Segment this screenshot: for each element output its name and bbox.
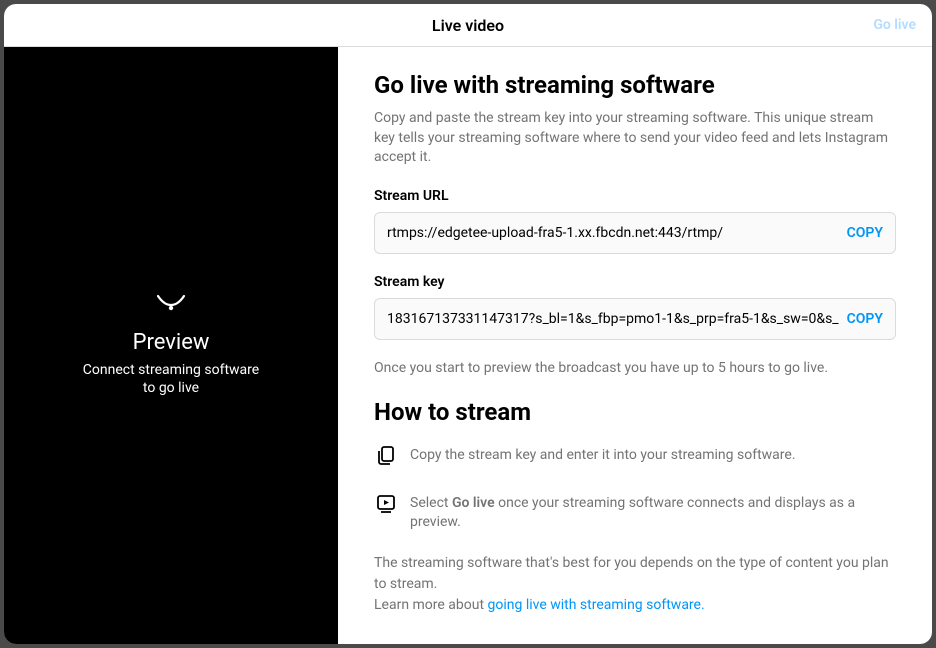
preview-panel: Preview Connect streaming software to go… — [4, 47, 338, 644]
step-1: Copy the stream key and enter it into yo… — [374, 444, 896, 472]
stream-url-label: Stream URL — [374, 188, 896, 204]
preview-subtitle: Connect streaming software to go live — [83, 361, 259, 397]
modal-title: Live video — [432, 16, 504, 35]
how-to-heading: How to stream — [374, 398, 896, 426]
live-video-modal: Live video Go live Preview Connect strea… — [4, 4, 932, 644]
main-heading: Go live with streaming software — [374, 71, 896, 99]
footer-text: The streaming software that's best for y… — [374, 553, 896, 616]
stream-url-value[interactable]: rtmps://edgetee-upload-fra5-1.xx.fbcdn.n… — [387, 225, 839, 241]
stream-key-label: Stream key — [374, 274, 896, 290]
copy-stream-key-button[interactable]: COPY — [847, 311, 883, 327]
learn-more-link[interactable]: going live with streaming software. — [488, 597, 705, 613]
copy-stream-url-button[interactable]: COPY — [847, 225, 883, 241]
stream-key-field: 183167137331147317?s_bl=1&s_fbp=pmo1-1&s… — [374, 298, 896, 340]
stream-url-field: rtmps://edgetee-upload-fra5-1.xx.fbcdn.n… — [374, 212, 896, 254]
copy-icon — [374, 444, 410, 472]
step-2-text: Select Go live once your streaming softw… — [410, 492, 896, 533]
preview-note: Once you start to preview the broadcast … — [374, 360, 896, 376]
stream-key-value[interactable]: 183167137331147317?s_bl=1&s_fbp=pmo1-1&s… — [387, 311, 839, 327]
content-panel: Go live with streaming software Copy and… — [338, 47, 932, 644]
go-live-button[interactable]: Go live — [873, 17, 916, 33]
modal-body: Preview Connect streaming software to go… — [4, 47, 932, 644]
main-description: Copy and paste the stream key into your … — [374, 109, 896, 168]
modal-header: Live video Go live — [4, 4, 932, 47]
go-live-icon — [374, 492, 410, 520]
step-2: Select Go live once your streaming softw… — [374, 492, 896, 533]
preview-title: Preview — [133, 330, 210, 355]
step-1-text: Copy the stream key and enter it into yo… — [410, 444, 796, 466]
preview-eye-icon — [156, 294, 186, 316]
